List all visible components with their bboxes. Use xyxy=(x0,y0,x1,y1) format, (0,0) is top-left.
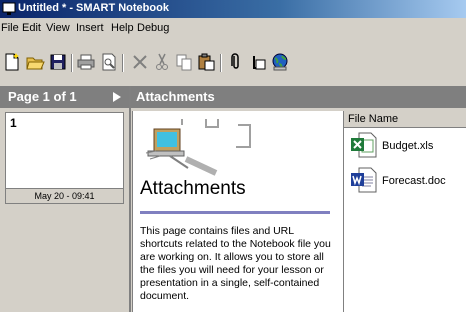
menu-debug[interactable]: Debug xyxy=(137,22,169,34)
globe-icon[interactable] xyxy=(270,52,290,72)
toolbar-separator xyxy=(220,54,222,72)
attachment-icon[interactable] xyxy=(226,52,246,72)
open-folder-icon[interactable] xyxy=(25,52,45,72)
file-name: Budget.xls xyxy=(382,140,434,152)
app-icon xyxy=(2,2,16,15)
page-thumbnail[interactable]: 1 May 20 - 09:41 xyxy=(5,112,124,204)
menu-view[interactable]: View xyxy=(46,22,70,34)
window-title: Untitled * - SMART Notebook xyxy=(18,2,169,14)
list-item[interactable]: Forecast.doc xyxy=(350,167,466,195)
toolbar xyxy=(0,42,466,86)
column-header-file-name[interactable]: File Name xyxy=(344,111,466,128)
file-name: Forecast.doc xyxy=(382,175,446,187)
menu-bar: File Edit View Insert Help Debug xyxy=(0,20,466,38)
collapse-arrow-icon[interactable] xyxy=(111,91,123,103)
attachments-list: File Name Budget.xls Forecast.doc xyxy=(343,111,466,312)
menu-help[interactable]: Help xyxy=(111,22,134,34)
title-rule xyxy=(140,211,330,214)
title-bar: Untitled * - SMART Notebook xyxy=(0,0,466,18)
print-preview-icon[interactable] xyxy=(99,52,119,72)
copy-icon[interactable] xyxy=(174,52,194,72)
page-indicator: Page 1 of 1 xyxy=(8,89,77,104)
menu-insert[interactable]: Insert xyxy=(76,22,104,34)
main-header: Attachments xyxy=(131,86,466,108)
attachments-page: Attachments This page contains files and… xyxy=(132,111,343,312)
document-area: Attachments This page contains files and… xyxy=(131,108,466,312)
menu-file[interactable]: File xyxy=(1,22,19,34)
page-sorter-header: Page 1 of 1 xyxy=(0,86,129,108)
toolbar-separator xyxy=(122,54,124,72)
delete-icon[interactable] xyxy=(130,52,150,72)
column-header-label: File Name xyxy=(348,113,399,125)
excel-file-icon xyxy=(351,132,377,158)
toolbar-separator xyxy=(71,54,73,72)
menu-edit[interactable]: Edit xyxy=(22,22,41,34)
main-header-title: Attachments xyxy=(136,89,215,104)
paste-icon[interactable] xyxy=(196,52,216,72)
print-icon[interactable] xyxy=(76,52,96,72)
page-sorter: Page 1 of 1 1 May 20 - 09:41 xyxy=(0,86,129,312)
thumbnail-number: 1 xyxy=(10,116,17,130)
clone-icon[interactable] xyxy=(248,52,268,72)
new-page-icon[interactable] xyxy=(2,52,22,72)
save-icon[interactable] xyxy=(48,52,68,72)
page-description: This page contains files and URL shortcu… xyxy=(140,225,331,302)
page-title: Attachments xyxy=(140,178,246,199)
list-item[interactable]: Budget.xls xyxy=(350,132,466,160)
cut-icon[interactable] xyxy=(152,52,172,72)
computer-illustration xyxy=(145,119,251,176)
word-file-icon xyxy=(351,167,377,193)
thumbnail-date: May 20 - 09:41 xyxy=(6,188,123,203)
